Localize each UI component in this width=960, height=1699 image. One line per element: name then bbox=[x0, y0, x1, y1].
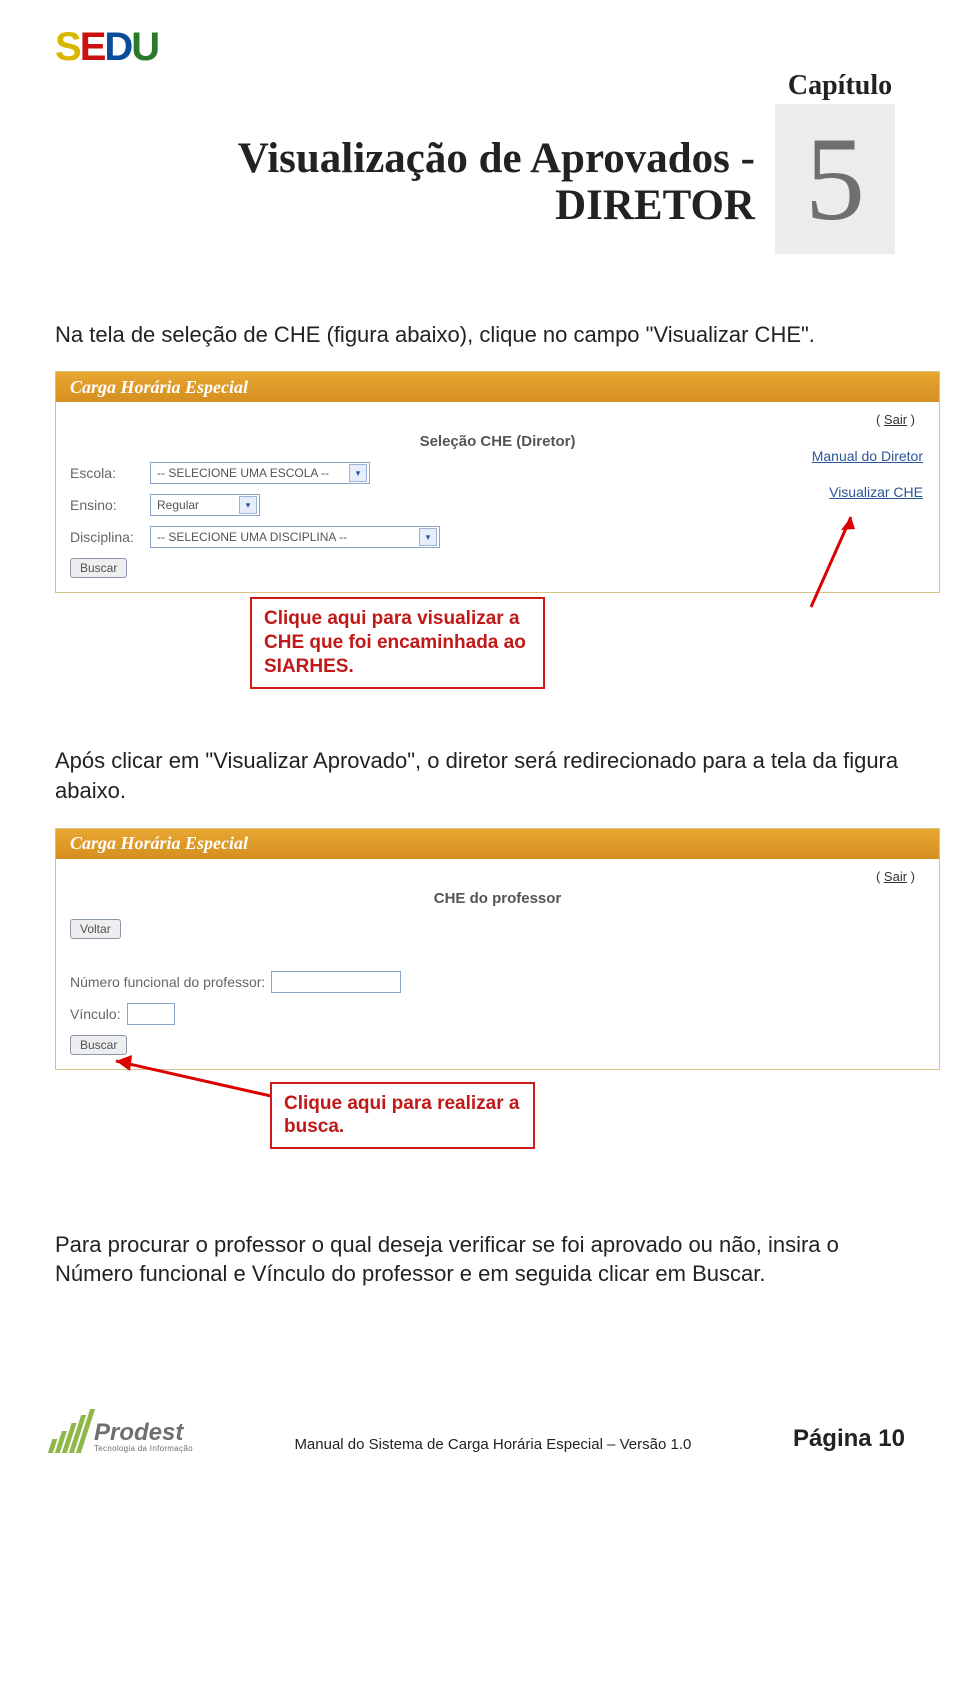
chapter-label: Capítulo bbox=[775, 70, 905, 102]
sair-link-2[interactable]: Sair bbox=[884, 869, 907, 884]
panel-header: Carga Horária Especial bbox=[56, 372, 939, 402]
form-title: Seleção CHE (Diretor) bbox=[70, 433, 925, 450]
prodest-name: Prodest bbox=[94, 1422, 193, 1444]
ensino-select[interactable]: Regular ▾ bbox=[150, 494, 260, 516]
footer-page-number: Página 10 bbox=[793, 1425, 905, 1453]
chevron-down-icon: ▾ bbox=[349, 464, 367, 482]
buscar-button-2[interactable]: Buscar bbox=[70, 1035, 127, 1055]
sair-row-2: ( Sair ) bbox=[70, 865, 925, 884]
ensino-value: Regular bbox=[157, 498, 199, 512]
footer-manual: Manual do Sistema de Carga Horária Espec… bbox=[294, 1436, 691, 1453]
voltar-button[interactable]: Voltar bbox=[70, 919, 121, 939]
sair-link[interactable]: Sair bbox=[884, 412, 907, 427]
disciplina-select[interactable]: -- SELECIONE UMA DISCIPLINA -- ▾ bbox=[150, 526, 440, 548]
escola-label: Escola: bbox=[70, 465, 150, 481]
ensino-label: Ensino: bbox=[70, 497, 150, 513]
prodest-sub: Tecnologia da Informação bbox=[94, 1444, 193, 1453]
chevron-down-icon: ▾ bbox=[419, 528, 437, 546]
chapter-block: Capítulo 5 bbox=[775, 70, 905, 254]
paragraph-intro: Na tela de seleção de CHE (figura abaixo… bbox=[55, 320, 905, 350]
screenshot-panel-1: Carga Horária Especial ( Sair ) Seleção … bbox=[55, 371, 940, 593]
buscar-button[interactable]: Buscar bbox=[70, 558, 127, 578]
page-footer: Prodest Tecnologia da Informação Manual … bbox=[55, 1409, 905, 1453]
screenshot-panel-2: Carga Horária Especial ( Sair ) CHE do p… bbox=[55, 828, 940, 1070]
paragraph-search: Para procurar o professor o qual deseja … bbox=[55, 1230, 905, 1289]
escola-value: -- SELECIONE UMA ESCOLA -- bbox=[157, 466, 329, 480]
chevron-down-icon: ▾ bbox=[239, 496, 257, 514]
title-line-1: Visualização de Aprovados - bbox=[238, 135, 755, 182]
panel-title: Carga Horária Especial bbox=[70, 377, 248, 398]
panel-title-2: Carga Horária Especial bbox=[70, 833, 248, 854]
disciplina-value: -- SELECIONE UMA DISCIPLINA -- bbox=[157, 530, 347, 544]
visualizar-che-link[interactable]: Visualizar CHE bbox=[812, 484, 923, 500]
sair-row: ( Sair ) bbox=[70, 408, 925, 427]
callout-visualizar: Clique aqui para visualizar a CHE que fo… bbox=[250, 597, 545, 688]
panel-header-2: Carga Horária Especial bbox=[56, 829, 939, 859]
sedu-logo: SEDU bbox=[55, 25, 905, 70]
vinculo-label: Vínculo: bbox=[70, 1006, 121, 1022]
manual-diretor-link[interactable]: Manual do Diretor bbox=[812, 448, 923, 464]
chapter-number: 5 bbox=[775, 104, 895, 254]
callout-buscar: Clique aqui para realizar a busca. bbox=[270, 1082, 535, 1150]
disciplina-label: Disciplina: bbox=[70, 529, 150, 545]
title-line-2: DIRETOR bbox=[555, 182, 755, 229]
numero-funcional-label: Número funcional do professor: bbox=[70, 974, 265, 990]
paragraph-after-click: Após clicar em "Visualizar Aprovado", o … bbox=[55, 746, 905, 805]
vinculo-input[interactable] bbox=[127, 1003, 175, 1025]
escola-select[interactable]: -- SELECIONE UMA ESCOLA -- ▾ bbox=[150, 462, 370, 484]
numero-funcional-input[interactable] bbox=[271, 971, 401, 993]
form-title-2: CHE do professor bbox=[70, 890, 925, 907]
prodest-logo: Prodest Tecnologia da Informação bbox=[55, 1409, 193, 1453]
